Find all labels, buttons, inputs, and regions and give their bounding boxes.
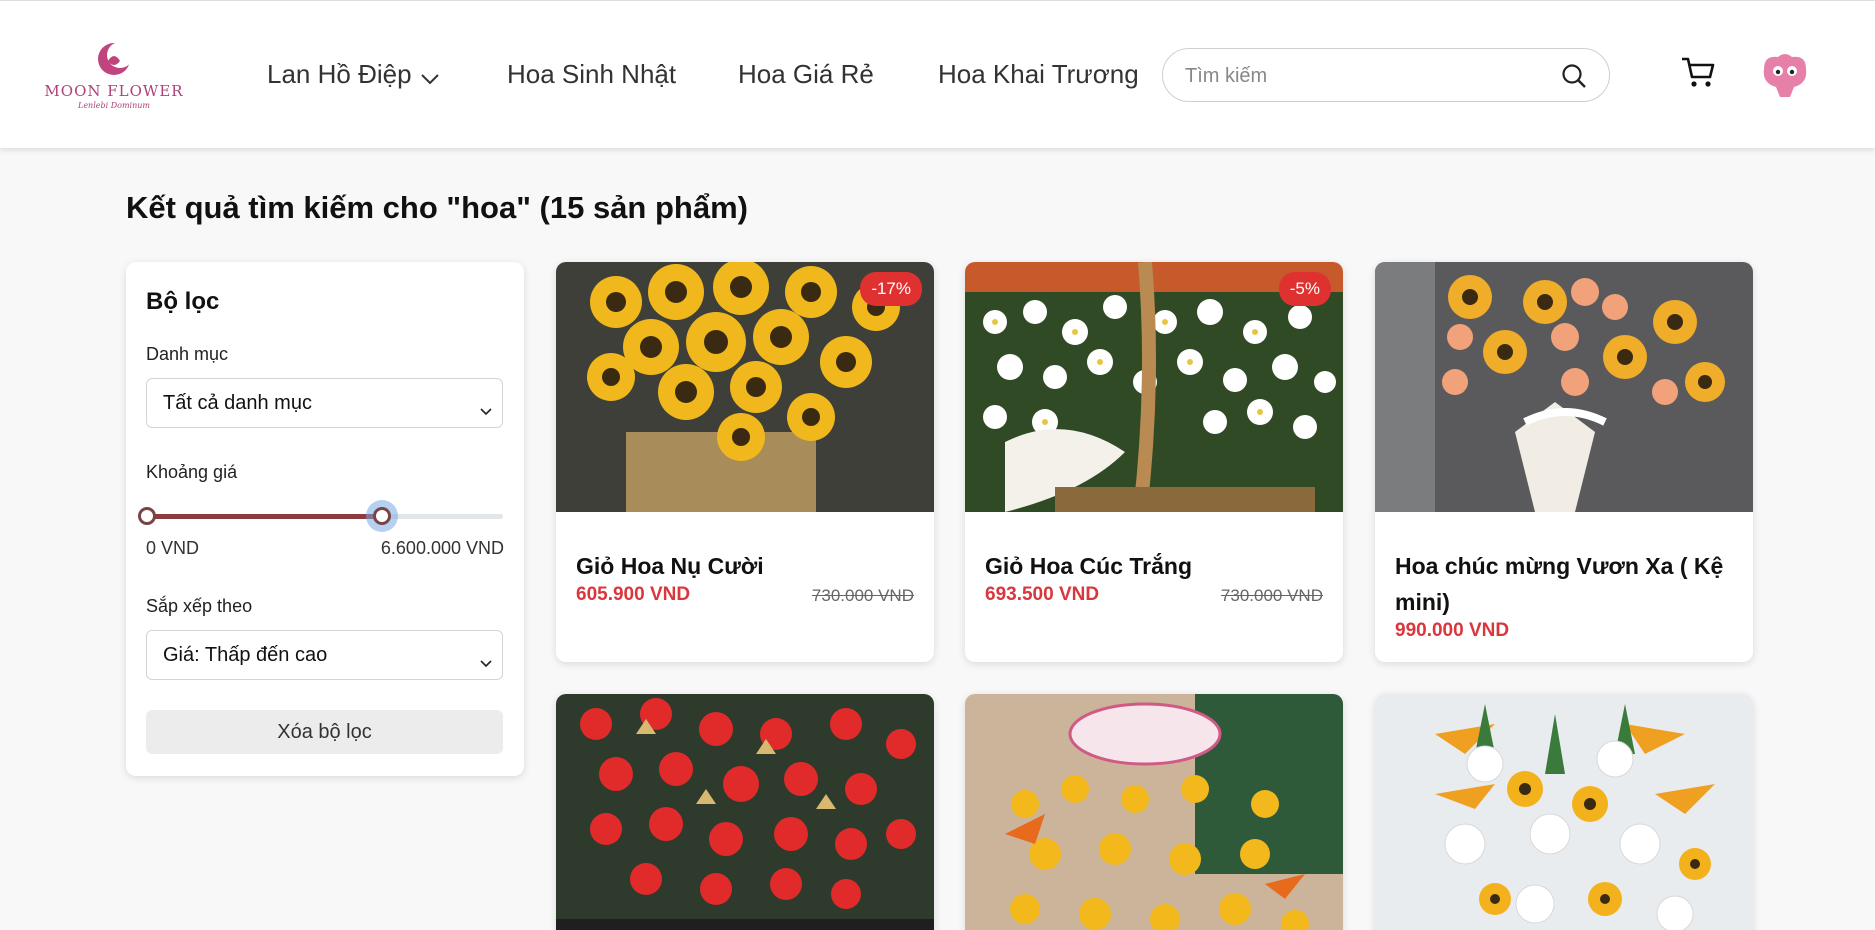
search-input[interactable] <box>1185 61 1545 91</box>
discount-badge: -5% <box>1278 272 1331 306</box>
product-card[interactable] <box>965 694 1343 930</box>
chevron-down-icon <box>420 61 440 92</box>
filter-panel: Bộ lọc Danh mục Tất cả danh mục Khoảng g… <box>126 262 524 776</box>
product-image-bird-of-paradise-arrangement[interactable] <box>1375 694 1753 930</box>
price-range-label: Khoảng giá <box>146 462 238 482</box>
category-label: Danh mục <box>146 344 229 364</box>
brand-name: MOON FLOWER <box>44 82 184 100</box>
nav-label: Lan Hồ Điệp <box>267 59 412 89</box>
product-image-congrats-stand[interactable] <box>1375 262 1753 512</box>
product-card[interactable]: -17% Giỏ Hoa Nụ Cười 605.900 VND 730.000… <box>556 262 934 662</box>
product-old-price: 730.000 VND <box>811 586 914 605</box>
product-card[interactable] <box>1375 694 1753 930</box>
sort-label: Sắp xếp theo <box>146 596 253 616</box>
price-range-fill <box>146 514 382 519</box>
product-image-white-daisy-basket[interactable]: -5% <box>965 262 1343 512</box>
brand-logo[interactable]: MOON FLOWER Lenlebi Dominum <box>44 39 184 115</box>
header: MOON FLOWER Lenlebi Dominum Lan Hồ Điệp … <box>0 0 1875 148</box>
sort-value: Giá: Thấp đến cao <box>163 644 328 666</box>
filter-title: Bộ lọc <box>146 288 220 315</box>
nav-hoa-sinh-nhat[interactable]: Hoa Sinh Nhật <box>507 59 676 90</box>
moon-logo-icon <box>98 42 133 75</box>
product-name[interactable]: Hoa chúc mừng Vươn Xa ( Kệ mini) <box>1395 548 1735 620</box>
discount-badge: -17% <box>860 272 922 306</box>
search-icon[interactable] <box>1561 63 1587 94</box>
nav-hoa-gia-re[interactable]: Hoa Giá Rẻ <box>738 59 874 90</box>
cart-icon[interactable] <box>1680 55 1716 94</box>
price-range-track[interactable] <box>146 514 503 519</box>
chevron-down-icon <box>480 399 492 422</box>
product-image-red-rose-arrangement[interactable] <box>556 694 934 930</box>
sort-select[interactable]: Giá: Thấp đến cao <box>146 630 503 680</box>
user-avatar[interactable] <box>1756 47 1814 105</box>
product-image-sunflower-basket[interactable]: -17% <box>556 262 934 512</box>
brand-tagline: Lenlebi Dominum <box>78 101 150 110</box>
nav-lan-ho-diep[interactable]: Lan Hồ Điệp <box>267 59 440 92</box>
clear-filter-button[interactable]: Xóa bộ lọc <box>146 710 503 754</box>
nav-hoa-khai-truong[interactable]: Hoa Khai Trương <box>938 59 1139 90</box>
price-max-value: 6.600.000 VND <box>380 538 504 558</box>
price-min-handle[interactable] <box>138 507 156 525</box>
price-max-handle[interactable] <box>372 507 391 525</box>
category-select[interactable]: Tất cả danh mục <box>146 378 503 428</box>
product-name[interactable]: Giỏ Hoa Cúc Trắng <box>985 548 1325 584</box>
product-card[interactable]: Hoa chúc mừng Vươn Xa ( Kệ mini) 990.000… <box>1375 262 1753 662</box>
category-value: Tất cả danh mục <box>163 392 312 414</box>
product-price: 990.000 VND <box>1395 620 1510 641</box>
chevron-down-icon <box>480 651 492 674</box>
product-image-yellow-orchid-stand[interactable] <box>965 694 1343 930</box>
product-price: 605.900 VND <box>576 584 691 605</box>
product-card[interactable] <box>556 694 934 930</box>
product-price: 693.500 VND <box>985 584 1100 605</box>
search-box <box>1162 48 1610 102</box>
product-name[interactable]: Giỏ Hoa Nụ Cười <box>576 548 916 584</box>
price-min-value: 0 VND <box>146 538 200 558</box>
product-old-price: 730.000 VND <box>1220 586 1323 605</box>
search-results-title: Kết quả tìm kiếm cho "hoa" (15 sản phẩm) <box>126 190 748 225</box>
product-card[interactable]: -5% Giỏ Hoa Cúc Trắng 693.500 VND 730.00… <box>965 262 1343 662</box>
